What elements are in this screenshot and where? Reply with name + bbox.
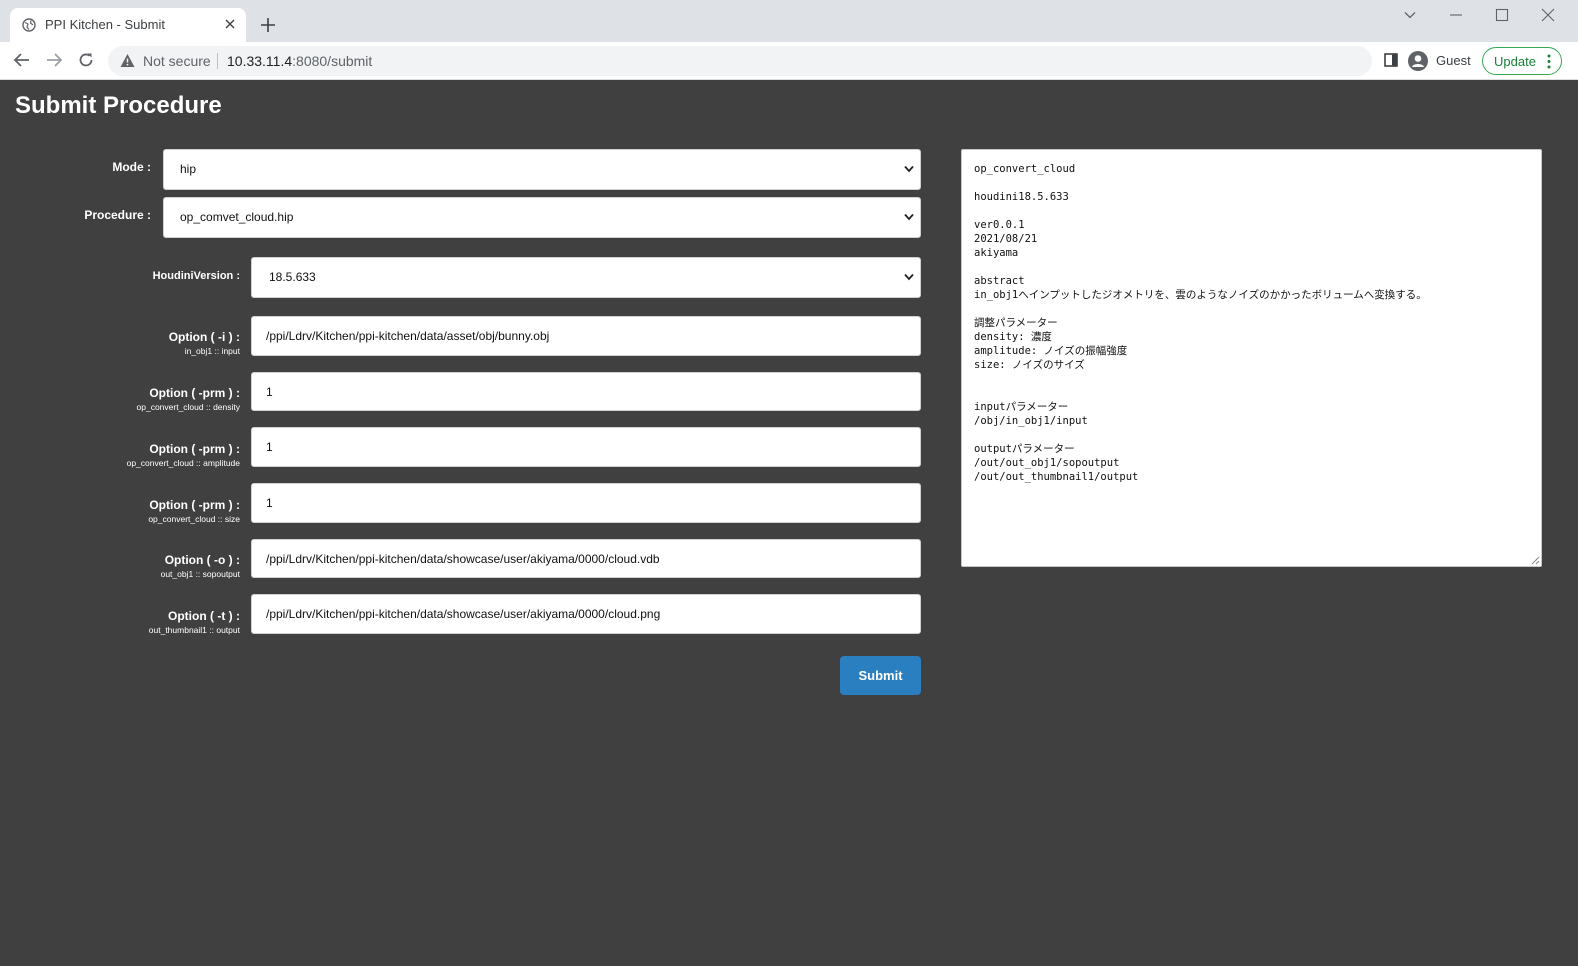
sop-output-value: /ppi/Ldrv/Kitchen/ppi-kitchen/data/showc… <box>266 552 660 566</box>
page-content: Submit Procedure Mode : hip Procedure : … <box>0 80 1578 966</box>
thumbnail-output-value: /ppi/Ldrv/Kitchen/ppi-kitchen/data/showc… <box>266 607 661 621</box>
option-label: Option ( -prm ) : op_convert_cloud :: am… <box>60 442 240 468</box>
forward-icon[interactable] <box>45 51 63 69</box>
tab-strip: PPI Kitchen - Submit <box>0 0 1578 42</box>
omnibox-divider <box>217 53 218 69</box>
option-flag: Option ( -prm ) : <box>149 442 240 456</box>
maximize-icon[interactable] <box>1495 8 1509 22</box>
browser-toolbar: Not secure 10.33.11.4:8080/submit Guest … <box>0 42 1578 80</box>
houdini-version-value: 18.5.633 <box>269 270 316 284</box>
option-label: Option ( -prm ) : op_convert_cloud :: si… <box>60 498 240 524</box>
option-target: op_convert_cloud :: density <box>136 402 240 412</box>
back-icon[interactable] <box>13 51 31 69</box>
mode-select[interactable]: hip <box>163 149 921 190</box>
option-flag: Option ( -o ) : <box>164 553 240 567</box>
reload-icon[interactable] <box>77 51 95 69</box>
mode-label-text: Mode : <box>112 160 151 174</box>
resize-handle-icon[interactable] <box>1530 555 1540 565</box>
close-tab-icon[interactable] <box>222 16 238 32</box>
option-target: out_thumbnail1 :: output <box>148 625 240 635</box>
minimize-icon[interactable] <box>1449 8 1463 22</box>
option-flag: Option ( -prm ) : <box>149 386 240 400</box>
update-label: Update <box>1494 54 1536 69</box>
globe-icon <box>22 18 36 32</box>
mode-label: Mode : <box>40 160 151 174</box>
url-path: :8080/submit <box>292 53 373 69</box>
address-bar[interactable]: Not secure 10.33.11.4:8080/submit <box>108 46 1372 76</box>
option-target: op_convert_cloud :: size <box>148 514 240 524</box>
size-field[interactable]: 1 <box>251 483 921 523</box>
option-flag: Option ( -prm ) : <box>149 498 240 512</box>
houdini-version-label: HoudiniVersion : <box>80 270 240 282</box>
option-label: Option ( -o ) : out_obj1 :: sopoutput <box>60 553 240 579</box>
update-button[interactable]: Update <box>1482 47 1562 75</box>
option-label: Option ( -prm ) : op_convert_cloud :: de… <box>60 386 240 412</box>
tab-title: PPI Kitchen - Submit <box>45 17 165 32</box>
input-path-value: /ppi/Ldrv/Kitchen/ppi-kitchen/data/asset… <box>266 329 550 343</box>
option-flag: Option ( -t ) : <box>168 609 240 623</box>
procedure-select[interactable]: op_comvet_cloud.hip <box>163 197 921 238</box>
submit-button[interactable]: Submit <box>840 656 921 695</box>
thumbnail-output-field[interactable]: /ppi/Ldrv/Kitchen/ppi-kitchen/data/showc… <box>251 594 921 634</box>
procedure-label-text: Procedure : <box>84 208 151 222</box>
chevron-down-icon <box>904 273 914 281</box>
houdini-version-label-text: HoudiniVersion : <box>152 270 240 282</box>
url-host: 10.33.11.4 <box>227 53 293 69</box>
amplitude-value: 1 <box>266 440 273 454</box>
size-value: 1 <box>266 496 273 510</box>
browser-tab[interactable]: PPI Kitchen - Submit <box>10 8 246 42</box>
chevron-down-icon <box>904 213 914 221</box>
profile-label: Guest <box>1436 53 1471 68</box>
option-target: op_convert_cloud :: amplitude <box>126 458 240 468</box>
url-text[interactable]: 10.33.11.4:8080/submit <box>227 53 372 69</box>
amplitude-field[interactable]: 1 <box>251 427 921 467</box>
page-title: Submit Procedure <box>15 92 222 119</box>
density-value: 1 <box>266 385 273 399</box>
submit-label: Submit <box>858 668 903 683</box>
option-flag: Option ( -i ) : <box>168 330 240 344</box>
description-text: op_convert_cloud houdini18.5.633 ver0.0.… <box>974 163 1427 483</box>
security-label[interactable]: Not secure <box>143 53 211 69</box>
procedure-value: op_comvet_cloud.hip <box>180 210 294 224</box>
density-field[interactable]: 1 <box>251 372 921 411</box>
procedure-label: Procedure : <box>40 208 151 222</box>
option-label: Option ( -i ) : in_obj1 :: input <box>60 330 240 356</box>
warning-icon <box>120 54 135 67</box>
option-label: Option ( -t ) : out_thumbnail1 :: output <box>60 609 240 635</box>
houdini-version-select[interactable]: 18.5.633 <box>251 257 921 298</box>
new-tab-icon[interactable] <box>259 16 277 34</box>
tab-search-icon[interactable] <box>1403 8 1417 22</box>
chevron-down-icon <box>904 165 914 173</box>
window-close-icon[interactable] <box>1541 8 1555 22</box>
input-path-field[interactable]: /ppi/Ldrv/Kitchen/ppi-kitchen/data/asset… <box>251 316 921 356</box>
avatar-icon <box>1408 51 1428 71</box>
sop-output-field[interactable]: /ppi/Ldrv/Kitchen/ppi-kitchen/data/showc… <box>251 539 921 578</box>
more-menu-icon <box>1547 54 1551 69</box>
profile-button[interactable]: Guest <box>1406 46 1476 76</box>
option-target: in_obj1 :: input <box>184 346 240 356</box>
procedure-description[interactable]: op_convert_cloud houdini18.5.633 ver0.0.… <box>961 149 1542 567</box>
option-target: out_obj1 :: sopoutput <box>160 569 240 579</box>
side-panel-icon[interactable] <box>1383 52 1399 68</box>
mode-value: hip <box>180 162 197 176</box>
